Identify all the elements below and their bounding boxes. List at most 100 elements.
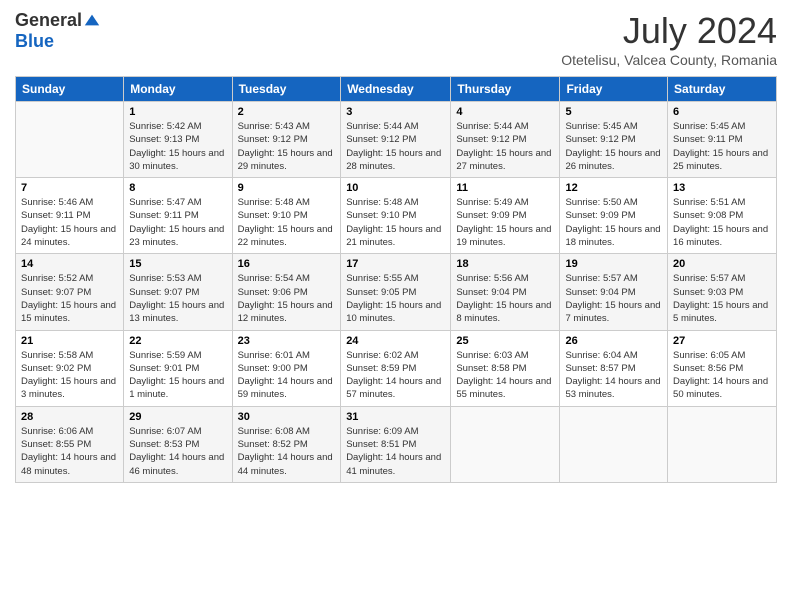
header-row: SundayMondayTuesdayWednesdayThursdayFrid… [16, 77, 777, 102]
day-number: 8 [129, 182, 226, 194]
day-number: 7 [21, 182, 118, 194]
day-cell: 21 Sunrise: 5:58 AMSunset: 9:02 PMDayligh… [16, 330, 124, 406]
day-cell: 23Sunrise: 6:01 AMSunset: 9:00 PMDayligh… [232, 330, 341, 406]
day-number: 18 [456, 258, 554, 270]
day-number: 28 [21, 411, 118, 423]
day-cell: 7 Sunrise: 5:46 AMSunset: 9:11 PMDaylight… [16, 178, 124, 254]
day-cell: 2Sunrise: 5:43 AMSunset: 9:12 PMDaylight… [232, 102, 341, 178]
day-number: 20 [673, 258, 771, 270]
day-cell: 28 Sunrise: 6:06 AMSunset: 8:55 PMDayligh… [16, 406, 124, 482]
header-cell-saturday: Saturday [668, 77, 777, 102]
day-number: 16 [238, 258, 336, 270]
day-number: 5 [565, 106, 662, 118]
logo-icon [83, 11, 101, 29]
day-number: 11 [456, 182, 554, 194]
day-cell: 15 Sunrise: 5:53 AMSunset: 9:07 PMDayligh… [124, 254, 232, 330]
day-cell: 12Sunrise: 5:50 AMSunset: 9:09 PMDayligh… [560, 178, 668, 254]
page: General Blue July 2024 Otetelisu, Valcea… [0, 0, 792, 612]
day-cell: 27 Sunrise: 6:05 AMSunset: 8:56 PMDayligh… [668, 330, 777, 406]
day-cell: 14 Sunrise: 5:52 AMSunset: 9:07 PMDayligh… [16, 254, 124, 330]
day-info: Sunrise: 5:44 AMSunset: 9:12 PMDaylight:… [346, 120, 445, 173]
week-row-1: 1 Sunrise: 5:42 AMSunset: 9:13 PMDaylight… [16, 102, 777, 178]
day-number: 24 [346, 335, 445, 347]
day-cell: 9Sunrise: 5:48 AMSunset: 9:10 PMDaylight… [232, 178, 341, 254]
day-number: 27 [673, 335, 771, 347]
day-info: Sunrise: 5:48 AMSunset: 9:10 PMDaylight:… [346, 196, 445, 249]
day-number: 23 [238, 335, 336, 347]
day-cell: 16 Sunrise: 5:54 AMSunset: 9:06 PMDayligh… [232, 254, 341, 330]
calendar-table: SundayMondayTuesdayWednesdayThursdayFrid… [15, 76, 777, 483]
day-cell: 11 Sunrise: 5:49 AMSunset: 9:09 PMDayligh… [451, 178, 560, 254]
day-number: 21 [21, 335, 118, 347]
day-number: 1 [129, 106, 226, 118]
day-info: Sunrise: 5:54 AMSunset: 9:06 PMDaylight:… [238, 272, 336, 325]
header-cell-thursday: Thursday [451, 77, 560, 102]
logo-general-text: General [15, 10, 82, 31]
day-cell: 20 Sunrise: 5:57 AMSunset: 9:03 PMDayligh… [668, 254, 777, 330]
day-cell: 10 Sunrise: 5:48 AMSunset: 9:10 PMDayligh… [341, 178, 451, 254]
day-cell: 24 Sunrise: 6:02 AMSunset: 8:59 PMDayligh… [341, 330, 451, 406]
day-info: Sunrise: 5:56 AMSunset: 9:04 PMDaylight:… [456, 272, 554, 325]
day-cell [668, 406, 777, 482]
day-number: 10 [346, 182, 445, 194]
day-number: 2 [238, 106, 336, 118]
day-info: Sunrise: 5:51 AMSunset: 9:08 PMDaylight:… [673, 196, 771, 249]
day-info: Sunrise: 5:45 AMSunset: 9:12 PMDaylight:… [565, 120, 662, 173]
day-number: 4 [456, 106, 554, 118]
day-info: Sunrise: 6:06 AMSunset: 8:55 PMDaylight:… [21, 425, 118, 478]
day-info: Sunrise: 5:57 AMSunset: 9:04 PMDaylight:… [565, 272, 662, 325]
day-info: Sunrise: 6:03 AMSunset: 8:58 PMDaylight:… [456, 349, 554, 402]
day-number: 26 [565, 335, 662, 347]
day-info: Sunrise: 5:48 AMSunset: 9:10 PMDaylight:… [238, 196, 336, 249]
day-cell: 5 Sunrise: 5:45 AMSunset: 9:12 PMDaylight… [560, 102, 668, 178]
day-info: Sunrise: 5:59 AMSunset: 9:01 PMDaylight:… [129, 349, 226, 402]
day-cell: 29Sunrise: 6:07 AMSunset: 8:53 PMDayligh… [124, 406, 232, 482]
day-number: 31 [346, 411, 445, 423]
day-number: 12 [565, 182, 662, 194]
day-cell: 17 Sunrise: 5:55 AMSunset: 9:05 PMDayligh… [341, 254, 451, 330]
day-info: Sunrise: 5:57 AMSunset: 9:03 PMDaylight:… [673, 272, 771, 325]
day-info: Sunrise: 5:52 AMSunset: 9:07 PMDaylight:… [21, 272, 118, 325]
header-cell-monday: Monday [124, 77, 232, 102]
day-info: Sunrise: 5:45 AMSunset: 9:11 PMDaylight:… [673, 120, 771, 173]
day-info: Sunrise: 5:47 AMSunset: 9:11 PMDaylight:… [129, 196, 226, 249]
day-info: Sunrise: 5:44 AMSunset: 9:12 PMDaylight:… [456, 120, 554, 173]
day-number: 30 [238, 411, 336, 423]
day-cell: 30Sunrise: 6:08 AMSunset: 8:52 PMDayligh… [232, 406, 341, 482]
day-cell [451, 406, 560, 482]
day-number: 15 [129, 258, 226, 270]
day-number: 3 [346, 106, 445, 118]
day-info: Sunrise: 5:58 AMSunset: 9:02 PMDaylight:… [21, 349, 118, 402]
day-info: Sunrise: 6:05 AMSunset: 8:56 PMDaylight:… [673, 349, 771, 402]
day-number: 25 [456, 335, 554, 347]
day-info: Sunrise: 5:49 AMSunset: 9:09 PMDaylight:… [456, 196, 554, 249]
day-number: 13 [673, 182, 771, 194]
day-info: Sunrise: 6:02 AMSunset: 8:59 PMDaylight:… [346, 349, 445, 402]
week-row-4: 21 Sunrise: 5:58 AMSunset: 9:02 PMDayligh… [16, 330, 777, 406]
day-cell: 13 Sunrise: 5:51 AMSunset: 9:08 PMDayligh… [668, 178, 777, 254]
header-cell-sunday: Sunday [16, 77, 124, 102]
day-cell: 4 Sunrise: 5:44 AMSunset: 9:12 PMDaylight… [451, 102, 560, 178]
day-number: 17 [346, 258, 445, 270]
subtitle: Otetelisu, Valcea County, Romania [561, 52, 777, 68]
day-number: 19 [565, 258, 662, 270]
day-cell: 3 Sunrise: 5:44 AMSunset: 9:12 PMDaylight… [341, 102, 451, 178]
day-info: Sunrise: 5:55 AMSunset: 9:05 PMDaylight:… [346, 272, 445, 325]
day-cell [560, 406, 668, 482]
day-number: 14 [21, 258, 118, 270]
day-info: Sunrise: 5:42 AMSunset: 9:13 PMDaylight:… [129, 120, 226, 173]
day-cell: 31 Sunrise: 6:09 AMSunset: 8:51 PMDayligh… [341, 406, 451, 482]
logo-blue-text: Blue [15, 31, 54, 52]
day-cell: 6Sunrise: 5:45 AMSunset: 9:11 PMDaylight… [668, 102, 777, 178]
day-cell: 26Sunrise: 6:04 AMSunset: 8:57 PMDayligh… [560, 330, 668, 406]
day-cell: 22 Sunrise: 5:59 AMSunset: 9:01 PMDayligh… [124, 330, 232, 406]
day-cell: 8 Sunrise: 5:47 AMSunset: 9:11 PMDaylight… [124, 178, 232, 254]
week-row-2: 7 Sunrise: 5:46 AMSunset: 9:11 PMDaylight… [16, 178, 777, 254]
day-info: Sunrise: 6:09 AMSunset: 8:51 PMDaylight:… [346, 425, 445, 478]
day-info: Sunrise: 5:53 AMSunset: 9:07 PMDaylight:… [129, 272, 226, 325]
week-row-3: 14 Sunrise: 5:52 AMSunset: 9:07 PMDayligh… [16, 254, 777, 330]
day-info: Sunrise: 5:46 AMSunset: 9:11 PMDaylight:… [21, 196, 118, 249]
header-cell-wednesday: Wednesday [341, 77, 451, 102]
day-number: 22 [129, 335, 226, 347]
month-title: July 2024 [561, 10, 777, 52]
